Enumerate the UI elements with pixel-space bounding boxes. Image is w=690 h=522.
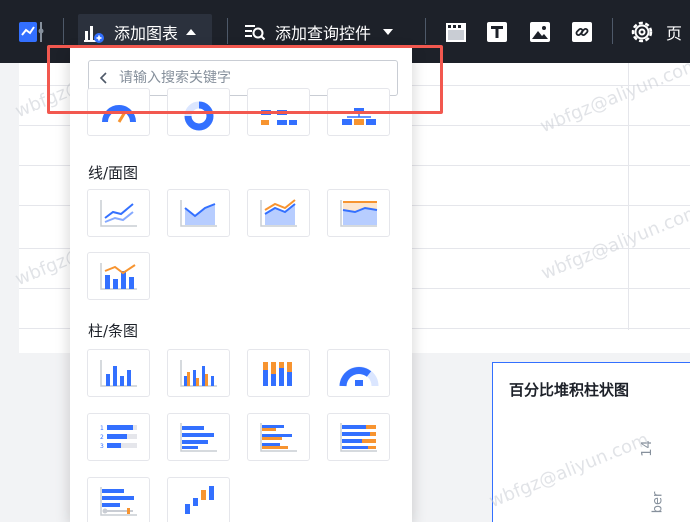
chart-type-stacked-area[interactable]: [247, 189, 310, 237]
chart-type-tree[interactable]: [327, 88, 390, 136]
chart-type-stacked-column[interactable]: [247, 349, 310, 397]
section-title-bar: 柱/条图: [88, 322, 139, 340]
dashboard-app-icon[interactable]: [16, 0, 46, 63]
toolbar-divider: [63, 18, 64, 44]
chevron-left-icon[interactable]: [89, 71, 119, 85]
svg-text:3: 3: [100, 443, 104, 450]
chart-type-bar[interactable]: [167, 413, 230, 461]
chart-type-area[interactable]: [167, 189, 230, 237]
svg-text:2: 2: [100, 434, 104, 441]
chart-search-input[interactable]: [119, 70, 379, 86]
chart-type-stacked-bar[interactable]: [327, 413, 390, 461]
chart-type-grouped-column[interactable]: [167, 349, 230, 397]
add-chart-dropdown-panel: 线/面图: [70, 48, 412, 522]
page-settings-button[interactable]: 页: [628, 0, 682, 63]
chart-type-gauge[interactable]: [87, 88, 150, 136]
svg-text:1: 1: [100, 425, 104, 432]
toolbar-divider: [425, 18, 426, 44]
page-settings-label: 页: [666, 23, 683, 43]
text-icon[interactable]: [485, 0, 509, 63]
gear-icon: [628, 18, 656, 46]
chart-type-percent-area[interactable]: [327, 189, 390, 237]
chart-type-semi-ring-progress[interactable]: [327, 349, 390, 397]
query-filter-icon: [243, 20, 267, 44]
chart-type-funnel-flow[interactable]: [247, 88, 310, 136]
chart-type-ring[interactable]: [167, 88, 230, 136]
toolbar-divider: [612, 18, 613, 44]
chart-type-line[interactable]: [87, 189, 150, 237]
axis-fragment: ber: [650, 491, 666, 514]
caret-up-icon: [186, 28, 197, 35]
chart-type-line-bar-combo[interactable]: [87, 252, 150, 300]
toolbar-divider: [227, 18, 228, 44]
tab-layout-icon[interactable]: [444, 0, 468, 63]
section-title-line-area: 线/面图: [88, 164, 139, 182]
chart-title: 百分比堆积柱状图: [509, 381, 630, 399]
chart-type-ranked-bar[interactable]: 1 2 3: [87, 413, 150, 461]
chart-type-grouped-bar[interactable]: [247, 413, 310, 461]
add-chart-label: 添加图表: [114, 23, 179, 43]
chart-type-waterfall[interactable]: [167, 477, 230, 522]
chart-type-bullet-bar[interactable]: [87, 477, 150, 522]
caret-down-icon: [383, 28, 394, 35]
image-icon[interactable]: [528, 0, 552, 63]
add-query-control-label: 添加查询控件: [275, 23, 372, 43]
chart-add-icon: [82, 19, 108, 45]
link-icon[interactable]: [570, 0, 594, 63]
chart-type-column[interactable]: [87, 349, 150, 397]
